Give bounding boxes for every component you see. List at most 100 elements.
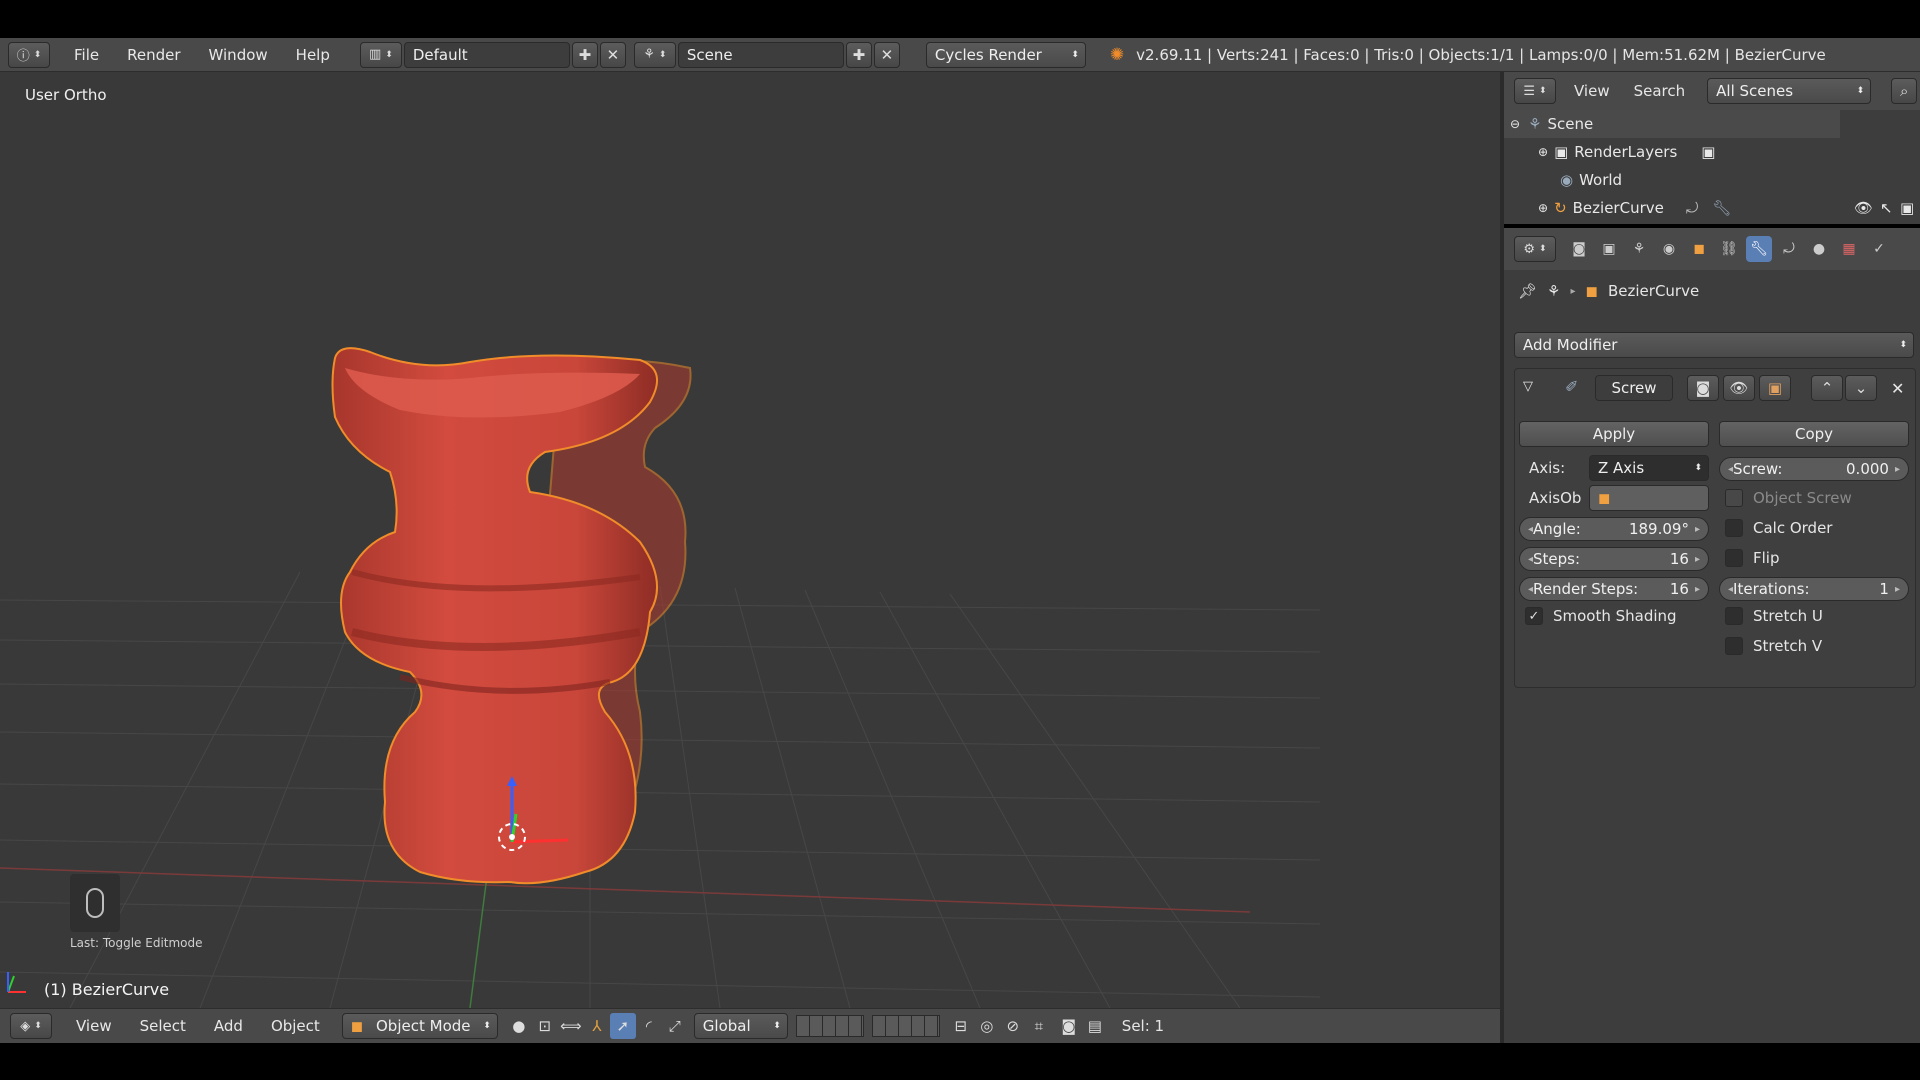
translate-mode-button[interactable]: ➚ [609, 1013, 636, 1039]
viewport-toggle[interactable]: 👁︎ [1723, 375, 1755, 401]
menu-add[interactable]: Add [200, 1017, 257, 1035]
checkmark-icon[interactable]: ✓ [1525, 607, 1543, 625]
texture-context-tab[interactable]: ▦ [1836, 236, 1862, 262]
outliner-item-renderlayers[interactable]: ⊕ ▣ RenderLayers ▣ [1504, 138, 1920, 166]
select-cursor-icon[interactable]: ↖ [1880, 199, 1893, 217]
modifiers-context-tab[interactable]: 🔧︎ [1746, 236, 1772, 262]
increment-arrow-icon[interactable]: ▸ [1695, 524, 1700, 535]
menu-render[interactable]: Render [113, 46, 194, 64]
transform-orientation-dropdown[interactable]: Global ⬍ [693, 1013, 788, 1039]
calc-order-checkbox[interactable]: Calc Order [1725, 519, 1832, 537]
editmode-toggle[interactable]: ▣ [1759, 375, 1791, 401]
move-up-button[interactable]: ⌃ [1811, 375, 1843, 401]
snap-toggle[interactable]: ⊘ [1000, 1013, 1026, 1039]
increment-arrow-icon[interactable]: ▸ [1695, 584, 1700, 595]
layer-lock-button[interactable]: ⊟ [948, 1013, 974, 1039]
object-context-tab[interactable]: ◼ [1686, 236, 1712, 262]
render-steps-field[interactable]: ◂ Render Steps: 16 ▸ [1519, 577, 1709, 601]
stretch-u-checkbox[interactable]: Stretch U [1725, 607, 1823, 625]
expand-icon[interactable]: ⊕ [1538, 201, 1548, 215]
render-toggle[interactable]: ◙ [1687, 375, 1719, 401]
add-layout-button[interactable]: ✚ [571, 41, 598, 68]
flip-checkbox[interactable]: Flip [1725, 549, 1779, 567]
menu-window[interactable]: Window [195, 46, 282, 64]
render-camera-icon[interactable]: ▣ [1900, 199, 1914, 217]
render-engine-dropdown[interactable]: Cycles Render ⬍ [925, 41, 1086, 68]
constraints-context-tab[interactable]: ⛓ [1716, 236, 1742, 262]
scene-selector[interactable]: ⚘ ⬍ [633, 41, 676, 68]
editor-type-button[interactable]: ⓘ ⬍ [8, 41, 50, 68]
add-modifier-dropdown[interactable]: Add Modifier ⬍ [1514, 332, 1914, 358]
outliner-editor-type[interactable]: ☰ ⬍ [1514, 78, 1556, 104]
delete-layout-button[interactable]: ✕ [599, 41, 626, 68]
scene-name-field[interactable]: Scene [677, 41, 844, 68]
render-layers-context-tab[interactable]: ▣ [1596, 236, 1622, 262]
layer-buttons-a[interactable] [795, 1015, 864, 1037]
data-context-tab[interactable]: ⤾ [1776, 236, 1802, 262]
scene-context-tab[interactable]: ⚘ [1626, 236, 1652, 262]
checkbox[interactable] [1725, 549, 1743, 567]
manipulator-toggle[interactable]: ⟺ [558, 1013, 584, 1039]
checkbox[interactable] [1725, 607, 1743, 625]
axis-object-field[interactable]: ◼ [1589, 485, 1709, 511]
steps-field[interactable]: ◂ Steps: 16 ▸ [1519, 547, 1709, 571]
editor-type-button-3d[interactable]: ◈ ⬍ [10, 1013, 52, 1039]
properties-editor-type[interactable]: ⚙ ⬍ [1514, 236, 1556, 262]
layer-buttons-b[interactable] [871, 1015, 940, 1037]
outliner-menu-search[interactable]: Search [1634, 82, 1686, 100]
visibility-eye-icon[interactable]: 👁︎ [1854, 199, 1873, 217]
outliner-search-button[interactable]: ⌕ [1891, 78, 1918, 104]
scale-mode-button[interactable]: ⤢ [662, 1013, 688, 1039]
pivot-point-button[interactable]: ⊡ [532, 1013, 558, 1039]
iterations-field[interactable]: ◂ Iterations: 1 ▸ [1719, 577, 1909, 601]
move-down-button[interactable]: ⌄ [1845, 375, 1877, 401]
viewport-shading-button[interactable]: ● [506, 1013, 532, 1039]
3d-viewport[interactable]: User Ortho Last: Toggle Editmode (1) Bez… [0, 72, 1500, 1008]
add-scene-button[interactable]: ✚ [845, 41, 872, 68]
screen-layout-selector[interactable]: ▥ ⬍ [359, 41, 402, 68]
copy-button[interactable]: Copy [1719, 421, 1909, 447]
mode-dropdown[interactable]: ◼ Object Mode ⬍ [341, 1013, 498, 1039]
increment-arrow-icon[interactable]: ▸ [1895, 584, 1900, 595]
outliner-menu-view[interactable]: View [1574, 82, 1610, 100]
pin-icon[interactable]: 📌︎ [1518, 282, 1537, 300]
collapse-icon[interactable]: ⊖ [1510, 117, 1520, 131]
axis-dropdown[interactable]: Z Axis ⬍ [1589, 455, 1709, 481]
checkbox[interactable] [1725, 519, 1743, 537]
world-context-tab[interactable]: ◉ [1656, 236, 1682, 262]
delete-scene-button[interactable]: ✕ [873, 41, 900, 68]
proportional-edit-button[interactable]: ◎ [974, 1013, 1000, 1039]
expand-icon[interactable]: ⊕ [1538, 145, 1548, 159]
outliner-item-world[interactable]: ◉ World [1504, 166, 1920, 194]
smooth-shading-checkbox[interactable]: ✓ Smooth Shading [1525, 607, 1677, 625]
angle-field[interactable]: ◂ Angle: 189.09° ▸ [1519, 517, 1709, 541]
opengl-anim-button[interactable]: ▤ [1082, 1013, 1108, 1039]
rotate-mode-button[interactable]: ◜ [636, 1013, 662, 1039]
snap-element-button[interactable]: ⌗ [1026, 1013, 1052, 1039]
checkbox[interactable] [1725, 489, 1743, 507]
remove-modifier-icon[interactable]: ✕ [1891, 379, 1904, 398]
translate-manipulator[interactable]: ⅄ [584, 1013, 610, 1039]
screw-offset-field[interactable]: ◂ Screw: 0.000 ▸ [1719, 457, 1909, 481]
menu-help[interactable]: Help [282, 46, 344, 64]
collapse-arrow-icon[interactable]: ▽ [1523, 379, 1533, 394]
outliner-item-scene[interactable]: ⊖ ⚘ Scene [1504, 110, 1840, 138]
opengl-render-button[interactable]: ◙ [1056, 1013, 1082, 1039]
render-context-tab[interactable]: ◙ [1566, 236, 1592, 262]
outliner-filter-dropdown[interactable]: All Scenes ⬍ [1707, 78, 1872, 104]
layout-name-field[interactable]: Default [403, 41, 570, 68]
increment-arrow-icon[interactable]: ▸ [1895, 464, 1900, 475]
menu-file[interactable]: File [60, 46, 113, 64]
menu-select[interactable]: Select [126, 1017, 200, 1035]
checkbox[interactable] [1725, 637, 1743, 655]
stretch-v-checkbox[interactable]: Stretch V [1725, 637, 1822, 655]
modifier-name-field[interactable]: Screw [1595, 375, 1673, 401]
apply-button[interactable]: Apply [1519, 421, 1709, 447]
material-context-tab[interactable]: ● [1806, 236, 1832, 262]
outliner-item-beziercurve[interactable]: ⊕ ↻ BezierCurve ⤾ 🔧︎ 👁︎ ↖ ▣ [1504, 194, 1920, 222]
object-screw-checkbox[interactable]: Object Screw [1725, 489, 1852, 507]
physics-context-tab[interactable]: ✓ [1866, 236, 1892, 262]
increment-arrow-icon[interactable]: ▸ [1695, 554, 1700, 565]
menu-view[interactable]: View [62, 1017, 126, 1035]
menu-object[interactable]: Object [257, 1017, 334, 1035]
